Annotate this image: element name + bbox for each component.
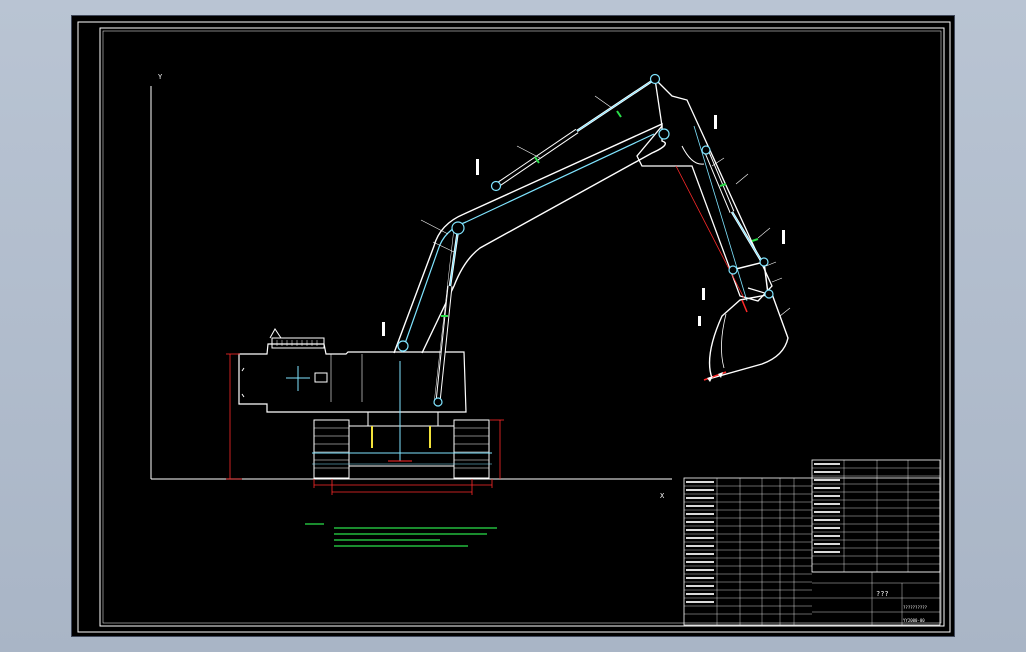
technical-notes bbox=[305, 523, 497, 547]
y-axis-label: Y bbox=[158, 73, 163, 81]
coordinate-axes: Y X bbox=[150, 73, 672, 500]
title-block-drawing-no: YY2000-00 bbox=[903, 618, 925, 623]
arm bbox=[636, 77, 773, 302]
drawing-canvas: Y X ??? ?????????? YY2000-00 bbox=[77, 21, 951, 633]
boom-cylinder bbox=[435, 229, 460, 403]
x-axis-label: X bbox=[660, 492, 665, 500]
crawler-tracks bbox=[312, 411, 492, 479]
cad-viewport[interactable]: Y X ??? ?????????? YY2000-00 bbox=[71, 15, 955, 637]
title-block-title: ??? bbox=[876, 590, 889, 598]
title-block: ??? ?????????? YY2000-00 bbox=[683, 459, 941, 626]
bucket bbox=[703, 293, 789, 382]
upper-structure bbox=[238, 328, 467, 462]
title-block-label: ?????????? bbox=[903, 605, 928, 610]
outer-border bbox=[77, 21, 951, 633]
drawing-frame bbox=[102, 30, 942, 624]
dimension-lines bbox=[226, 353, 504, 495]
arm-cylinder bbox=[494, 77, 656, 189]
